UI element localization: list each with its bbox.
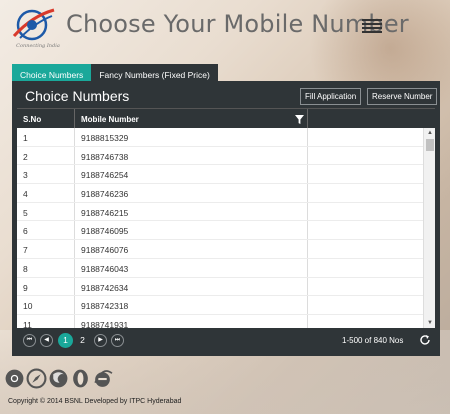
- grid-body: 1 9188815329 2 9188746738 3 9188746254 4 918874…: [17, 128, 423, 328]
- opera-icon: [73, 369, 88, 388]
- table-row[interactable]: 6 9188746095: [17, 221, 423, 241]
- panel-header: Choice Numbers Fill Application Reserve …: [17, 84, 438, 108]
- tab-bar: Choice Numbers Fancy Numbers (Fixed Pric…: [12, 64, 218, 81]
- table-row[interactable]: 10 9188742318: [17, 296, 423, 315]
- cell-empty: [308, 128, 423, 146]
- cell-sno: 3: [17, 165, 75, 184]
- cell-mobile-number: 9188746043: [75, 258, 308, 277]
- cell-sno: 11: [17, 314, 75, 328]
- cell-mobile-number: 9188746236: [75, 184, 308, 202]
- next-page-icon[interactable]: ▶: [94, 334, 107, 347]
- cell-sno: 8: [17, 258, 75, 277]
- cell-empty: [308, 147, 423, 165]
- page-2-button[interactable]: 2: [75, 333, 90, 348]
- cell-mobile-number: 9188815329: [75, 128, 308, 146]
- cell-empty: [308, 278, 423, 296]
- browser-icons: [4, 368, 113, 389]
- table-row[interactable]: 2 9188746738: [17, 146, 423, 166]
- pager: ⏮ ◀ 1 2 ▶ ⏭ 1-500 of 840 Nos: [17, 328, 435, 353]
- cell-empty: [308, 203, 423, 221]
- table-row[interactable]: 11 9188741931: [17, 314, 423, 328]
- grid-header: S.No Mobile Number: [17, 108, 435, 129]
- cell-mobile-number: 9188742318: [75, 296, 308, 314]
- cell-empty: [308, 165, 423, 183]
- table-row[interactable]: 4 9188746236: [17, 184, 423, 203]
- cell-empty: [308, 184, 423, 202]
- table-row[interactable]: 5 9188746215: [17, 202, 423, 222]
- table-row[interactable]: 1 9188815329: [17, 128, 423, 147]
- refresh-icon[interactable]: [419, 334, 431, 346]
- cell-mobile-number: 9188741931: [75, 314, 308, 328]
- tab-fancy-numbers[interactable]: Fancy Numbers (Fixed Price): [91, 64, 218, 81]
- firefox-icon: [49, 369, 68, 388]
- pager-info: 1-500 of 840 Nos: [342, 336, 404, 345]
- cell-sno: 4: [17, 184, 75, 202]
- cell-sno: 2: [17, 146, 75, 165]
- table-row[interactable]: 8 9188746043: [17, 258, 423, 278]
- prev-page-icon[interactable]: ◀: [40, 334, 53, 347]
- cell-mobile-number: 9188742634: [75, 277, 308, 296]
- table-row[interactable]: 9 9188742634: [17, 277, 423, 297]
- cell-mobile-number: 9188746254: [75, 165, 308, 184]
- cell-empty: [308, 259, 423, 277]
- filter-icon[interactable]: [295, 115, 304, 124]
- cell-sno: 10: [17, 296, 75, 314]
- cell-sno: 6: [17, 221, 75, 240]
- cell-empty: [308, 296, 423, 314]
- chrome-icon: [5, 369, 24, 388]
- fill-application-button[interactable]: Fill Application: [300, 88, 362, 105]
- table-row[interactable]: 3 9188746254: [17, 165, 423, 185]
- cell-empty: [308, 315, 423, 328]
- cell-sno: 7: [17, 240, 75, 258]
- page-title: Choose Your Mobile Number: [66, 10, 409, 38]
- hamburger-menu-icon[interactable]: [362, 19, 382, 35]
- logo-tagline: Connecting India: [16, 43, 60, 49]
- cell-mobile-number: 9188746738: [75, 146, 308, 165]
- column-header-empty: [308, 109, 423, 129]
- safari-icon: [26, 368, 47, 389]
- bsnl-logo: [12, 8, 55, 41]
- choice-numbers-panel: Choice Numbers Fill Application Reserve …: [12, 81, 440, 356]
- copyright-text: Copyright © 2014 BSNL Developed by ITPC …: [8, 398, 182, 405]
- scrollbar-thumb[interactable]: [426, 139, 434, 151]
- ie-icon: [94, 370, 113, 387]
- cell-empty: [308, 240, 423, 258]
- column-header-mobile-number[interactable]: Mobile Number: [75, 109, 308, 129]
- cell-mobile-number: 9188746095: [75, 221, 308, 240]
- scroll-down-icon[interactable]: ▼: [424, 318, 436, 328]
- first-page-icon[interactable]: ⏮: [23, 334, 36, 347]
- cell-mobile-number: 9188746215: [75, 202, 308, 221]
- cell-empty: [308, 221, 423, 239]
- cell-sno: 5: [17, 202, 75, 221]
- panel-title: Choice Numbers: [25, 88, 130, 104]
- vertical-scrollbar[interactable]: ▲ ▼: [423, 128, 435, 328]
- table-row[interactable]: 7 9188746076: [17, 240, 423, 259]
- tab-choice-numbers[interactable]: Choice Numbers: [12, 64, 92, 81]
- column-header-sno[interactable]: S.No: [17, 109, 75, 129]
- cell-sno: 9: [17, 277, 75, 296]
- page-1-button[interactable]: 1: [58, 333, 73, 348]
- scroll-up-icon[interactable]: ▲: [424, 128, 436, 138]
- reserve-number-button[interactable]: Reserve Number: [367, 88, 438, 105]
- cell-sno: 1: [17, 128, 75, 146]
- last-page-icon[interactable]: ⏭: [111, 334, 124, 347]
- cell-mobile-number: 9188746076: [75, 240, 308, 258]
